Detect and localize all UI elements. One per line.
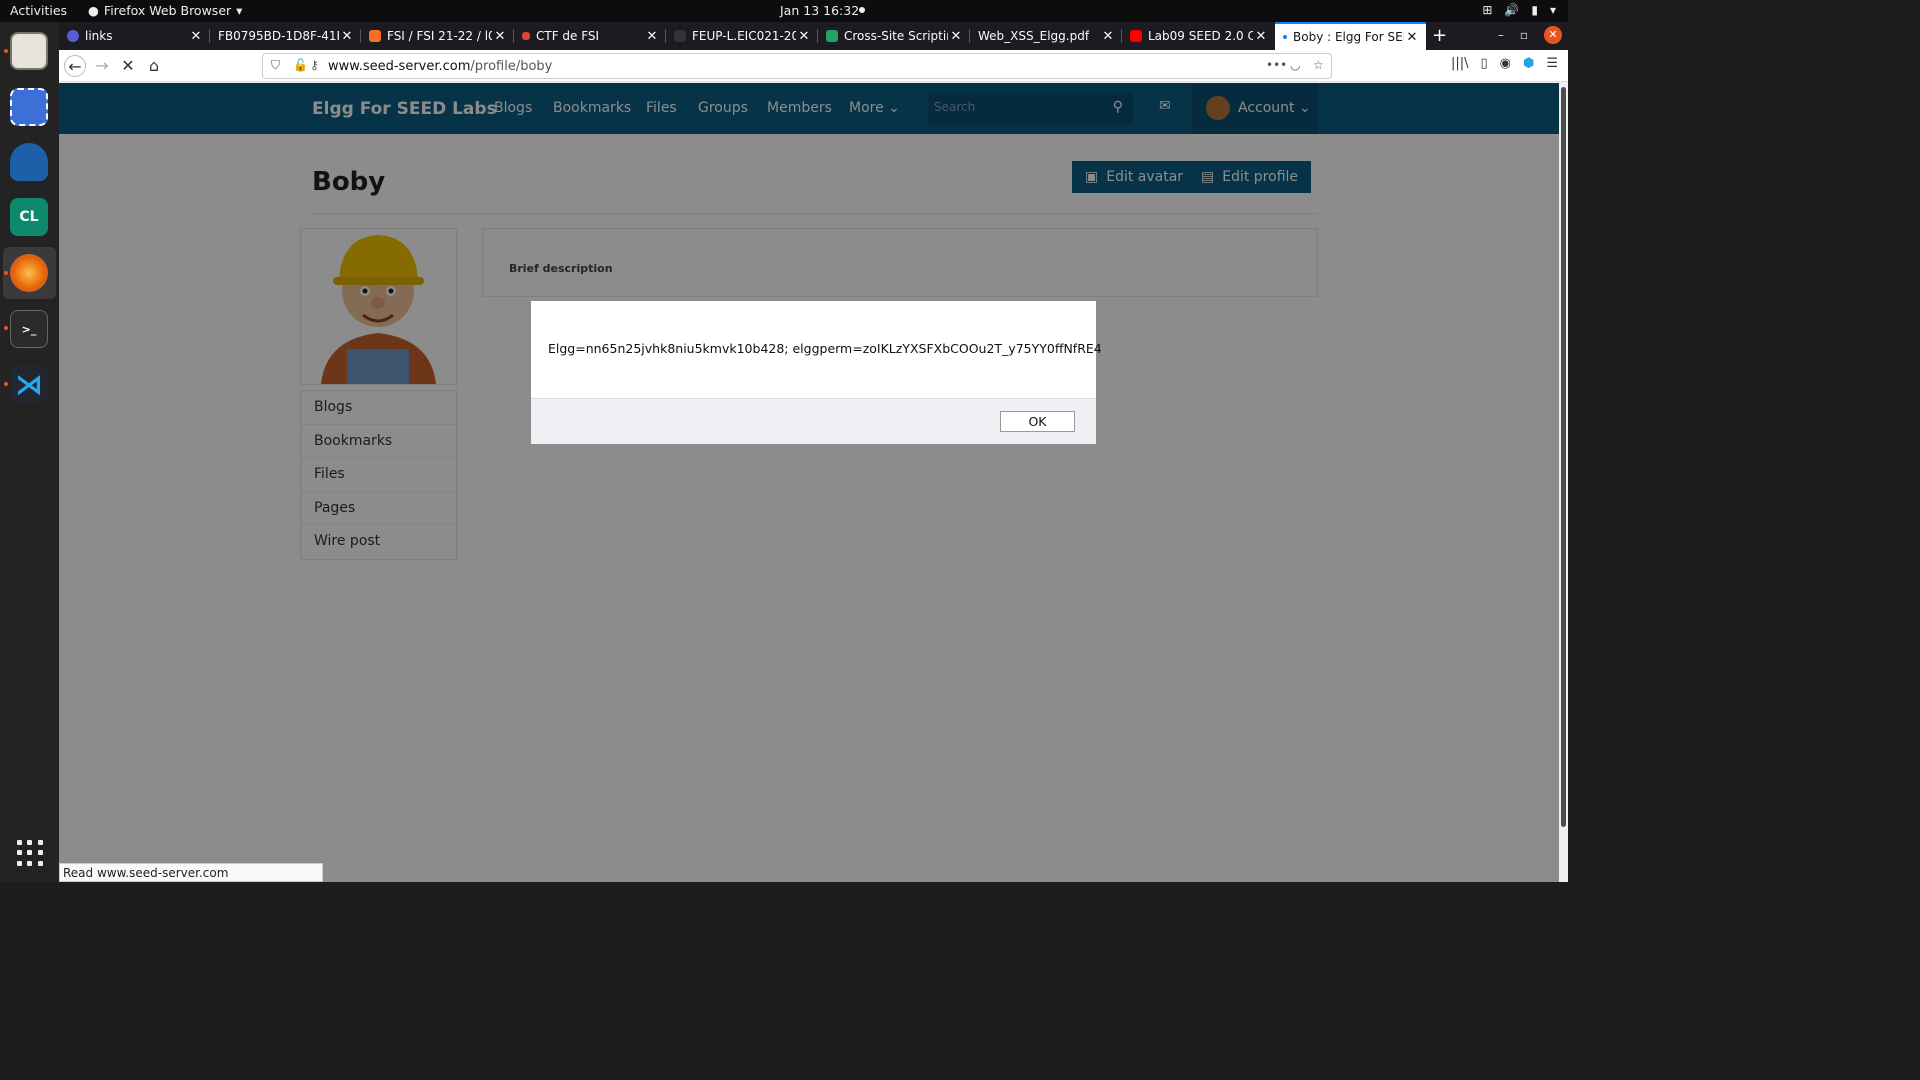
close-icon[interactable]: ✕: [796, 29, 812, 44]
tab-web-xss-pdf[interactable]: Web_XSS_Elgg.pdf ✕: [970, 22, 1122, 50]
toolbar-right: |||\ ▯ ◉ ⬢ ☰: [1451, 56, 1558, 71]
tab-title: Boby : Elgg For SEE: [1293, 30, 1404, 44]
modal-overlay: [59, 83, 1559, 882]
url-text[interactable]: www.seed-server.com/profile/boby: [328, 59, 552, 74]
stop-button[interactable]: ✕: [117, 55, 139, 77]
show-applications-icon[interactable]: [17, 840, 43, 866]
close-icon[interactable]: ✕: [492, 29, 508, 44]
scrollbar-thumb[interactable]: [1561, 87, 1566, 827]
caret-down-icon: ▾: [236, 3, 243, 18]
firefox-icon: ●: [88, 3, 99, 18]
tab-strip: links ✕ FB0795BD-1D8F-41FF ✕ FSI / FSI 2…: [59, 22, 1568, 50]
tab-title: links: [85, 29, 113, 43]
sheets-icon: [826, 30, 838, 42]
tab-title: Web_XSS_Elgg.pdf: [978, 29, 1090, 43]
app-menu-label: Firefox Web Browser: [103, 3, 232, 18]
window-controls: – ▫ ✕: [1498, 26, 1562, 44]
new-tab-button[interactable]: +: [1432, 25, 1447, 46]
status-bar: Read www.seed-server.com: [59, 863, 323, 882]
library-icon[interactable]: |||\: [1451, 56, 1469, 71]
tab-title: CTF de FSI: [536, 29, 600, 43]
running-indicator: [4, 271, 8, 275]
tab-title: Lab09 SEED 2.0 Cro: [1148, 29, 1253, 43]
close-icon[interactable]: ✕: [948, 29, 964, 44]
close-icon[interactable]: ✕: [1100, 29, 1116, 44]
url-host: www.seed-server.com: [328, 59, 471, 74]
key-icon[interactable]: ⚷: [310, 58, 319, 72]
vscode-icon[interactable]: ⋊: [10, 365, 48, 403]
activities-button[interactable]: Activities: [10, 3, 67, 18]
ok-button[interactable]: OK: [1000, 411, 1075, 432]
page-actions-icon[interactable]: •••: [1266, 58, 1287, 72]
insecure-lock-icon[interactable]: 🔓: [293, 58, 308, 72]
youtube-icon: [1130, 30, 1142, 42]
tab-ctf-fsi[interactable]: CTF de FSI ✕: [514, 22, 666, 50]
gitlab-icon: [369, 30, 381, 42]
network-icon: ⊞: [1482, 3, 1493, 17]
tab-title: Cross-Site Scripting: [844, 29, 948, 43]
alert-dialog: Elgg=nn65n25jvhk8niu5kmvk10b428; elggper…: [531, 301, 1102, 444]
tab-links[interactable]: links ✕: [59, 22, 210, 50]
ctf-icon: [522, 32, 530, 40]
tab-title: FEUP-L.EIC021-202: [692, 29, 796, 43]
address-bar[interactable]: ⛉ 🔓 ⚷ www.seed-server.com/profile/boby •…: [262, 53, 1332, 79]
home-button[interactable]: ⌂: [143, 55, 165, 77]
scrollbar[interactable]: [1559, 83, 1568, 882]
tab-boby-elgg[interactable]: Boby : Elgg For SEE ✕: [1275, 22, 1426, 50]
close-icon[interactable]: ✕: [188, 29, 204, 44]
tab-fb0795bd[interactable]: FB0795BD-1D8F-41FF ✕: [210, 22, 361, 50]
minimize-button[interactable]: –: [1498, 28, 1504, 42]
pocket-icon[interactable]: ◡: [1290, 58, 1300, 72]
shield-icon[interactable]: ⛉: [271, 58, 280, 73]
dock: CL >_ ⋊: [0, 22, 59, 882]
tab-favicon: [67, 30, 79, 42]
back-button[interactable]: ←: [64, 55, 86, 77]
clock[interactable]: Jan 13 16:32: [780, 3, 859, 18]
app-menu[interactable]: ● Firefox Web Browser ▾: [88, 3, 242, 18]
battery-icon: ▮: [1531, 3, 1538, 17]
tab-gitlab-fsi[interactable]: FSI / FSI 21-22 / l03 ✕: [361, 22, 514, 50]
tab-title: FSI / FSI 21-22 / l03: [387, 29, 492, 43]
sidebar-icon[interactable]: ▯: [1480, 56, 1487, 71]
tab-lab09-youtube[interactable]: Lab09 SEED 2.0 Cro ✕: [1122, 22, 1275, 50]
tab-title: FB0795BD-1D8F-41FF: [218, 29, 339, 43]
loading-icon: [1283, 35, 1287, 39]
page-viewport: Elgg For SEED Labs Blogs Bookmarks Files…: [59, 83, 1568, 882]
wireshark-icon[interactable]: [10, 143, 48, 181]
forward-button[interactable]: →: [91, 55, 113, 77]
terminal-icon[interactable]: >_: [10, 310, 48, 348]
clion-icon[interactable]: CL: [10, 198, 48, 236]
firefox-window: links ✕ FB0795BD-1D8F-41FF ✕ FSI / FSI 2…: [59, 22, 1568, 882]
volume-icon: 🔊: [1504, 3, 1520, 17]
moodle-icon: [674, 30, 686, 42]
tab-cross-site-scripting[interactable]: Cross-Site Scripting ✕: [818, 22, 970, 50]
running-indicator: [4, 326, 8, 330]
url-path: /profile/boby: [470, 59, 553, 74]
hamburger-menu-icon[interactable]: ☰: [1546, 56, 1558, 71]
tab-feup[interactable]: FEUP-L.EIC021-202 ✕: [666, 22, 818, 50]
notification-dot: [859, 7, 865, 13]
close-icon[interactable]: ✕: [644, 29, 660, 44]
account-icon[interactable]: ◉: [1500, 56, 1511, 71]
caret-down-icon: ▾: [1549, 3, 1556, 17]
close-icon[interactable]: ✕: [1404, 30, 1420, 45]
window-close-button[interactable]: ✕: [1544, 26, 1562, 44]
system-top-bar: Activities ● Firefox Web Browser ▾ Jan 1…: [0, 0, 1568, 22]
navigation-toolbar: ← → ✕ ⌂ ⛉ 🔓 ⚷ www.seed-server.com/profil…: [59, 50, 1568, 82]
running-indicator: [4, 49, 8, 53]
close-icon[interactable]: ✕: [1253, 29, 1269, 44]
maximize-button[interactable]: ▫: [1520, 28, 1528, 42]
system-tray[interactable]: ⊞ 🔊 ▮ ▾: [1482, 3, 1556, 17]
bookmark-star-icon[interactable]: ☆: [1313, 58, 1324, 72]
screenshot-app-icon[interactable]: [10, 88, 48, 126]
files-app-icon[interactable]: [10, 32, 48, 70]
close-icon[interactable]: ✕: [339, 29, 355, 44]
firefox-icon[interactable]: [10, 254, 48, 292]
running-indicator: [4, 382, 8, 386]
extension-icon[interactable]: ⬢: [1523, 56, 1534, 71]
alert-message: Elgg=nn65n25jvhk8niu5kmvk10b428; elggper…: [548, 341, 1102, 356]
alert-footer: OK: [531, 398, 1096, 444]
